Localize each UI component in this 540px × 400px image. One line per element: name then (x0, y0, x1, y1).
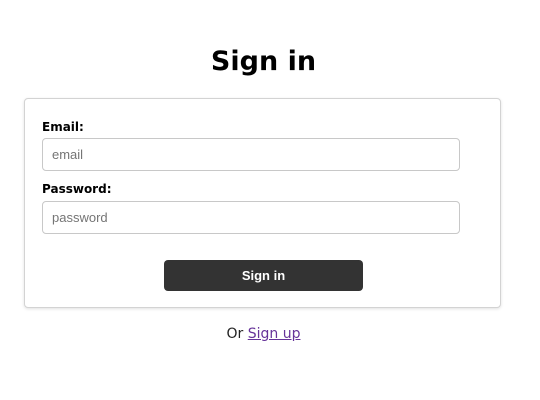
signup-prefix: Or (226, 326, 244, 342)
sign-up-link[interactable]: Sign up (248, 326, 301, 342)
email-label: Email: (42, 120, 84, 134)
sign-in-page: Sign in Email: Password: Sign in Or Sign… (0, 0, 540, 400)
password-field[interactable] (42, 201, 460, 234)
page-title: Sign in (210, 46, 317, 77)
sign-in-button[interactable]: Sign in (164, 260, 363, 291)
signup-prompt: Or Sign up (0, 325, 527, 343)
password-label: Password: (42, 182, 112, 196)
email-field[interactable] (42, 138, 460, 171)
sign-in-form: Email: Password: Sign in (24, 98, 501, 308)
